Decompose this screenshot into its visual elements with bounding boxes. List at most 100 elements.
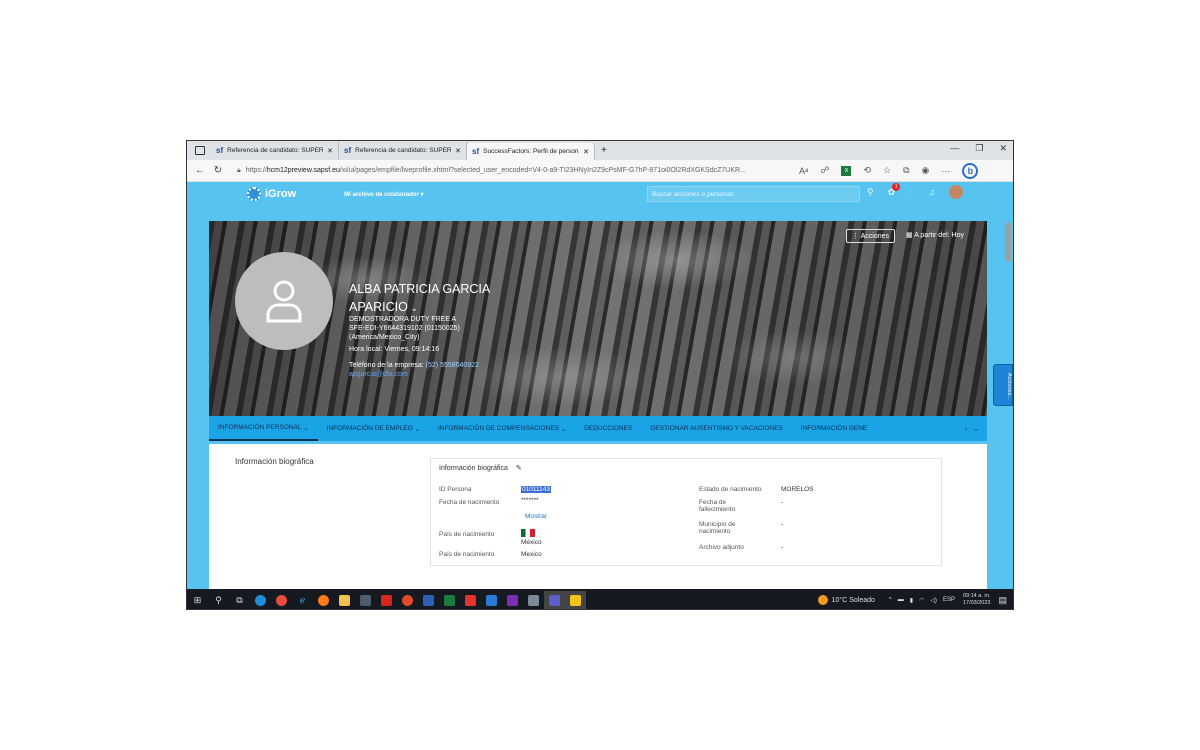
task-view-icon[interactable]: ⧉ xyxy=(229,591,250,609)
module-menu[interactable]: Mi archivo de colaborador ▾ xyxy=(344,191,423,198)
favorites-icon[interactable]: ☆ xyxy=(883,165,891,176)
content-panel: Información biográfica Información biogr… xyxy=(209,444,987,589)
profile-info: ALBA PATRICIA GARCIA APARICIO ⌄ DEMOSTRA… xyxy=(349,281,490,380)
clock[interactable]: 09:14 a. m. 17/03/2023 xyxy=(963,593,991,607)
attachment-value: - xyxy=(781,544,784,551)
tab-overflow[interactable]: › ⌄ xyxy=(965,425,987,433)
email-link[interactable]: apgarcia@dfa.com xyxy=(349,371,490,380)
chevron-up-icon[interactable]: ^ xyxy=(889,597,892,603)
profile-avatar[interactable] xyxy=(235,252,333,350)
dob-label: Fecha de nacimiento xyxy=(439,499,500,506)
app-icon[interactable] xyxy=(523,591,544,609)
minimize-icon[interactable]: — xyxy=(950,143,959,154)
tab-informacion-compensaciones[interactable]: INFORMACIÓN DE COMPENSACIONES ⌄ xyxy=(429,416,575,441)
windows-start-icon[interactable]: ⊞ xyxy=(187,591,208,609)
actions-side-tab[interactable]: Acciones... xyxy=(993,364,1013,406)
network-icon[interactable]: ▬ xyxy=(898,597,904,603)
search-icon[interactable]: ⚲ xyxy=(867,187,874,198)
date-button[interactable]: ▦ A partir del: Hoy xyxy=(903,229,967,243)
teams-icon[interactable] xyxy=(544,591,565,609)
chrome-icon[interactable] xyxy=(271,591,292,609)
excel-extension-icon[interactable]: x xyxy=(841,165,852,176)
tracking-icon[interactable]: ☍ xyxy=(820,165,829,176)
search-icon[interactable]: ⚲ xyxy=(208,591,229,609)
chevron-right-icon[interactable]: › xyxy=(965,426,967,433)
battery-icon[interactable]: ▮ xyxy=(910,597,913,604)
window-controls: — ❐ ✕ xyxy=(950,143,1007,154)
excel-icon[interactable] xyxy=(439,591,460,609)
edit-pencil-icon[interactable]: ✎ xyxy=(516,465,522,472)
tab-informacion-empleo[interactable]: INFORMACIÓN DE EMPLEO ⌄ xyxy=(318,416,429,441)
notification-center-icon[interactable]: ▤ xyxy=(998,595,1007,606)
tab-informacion-personal[interactable]: INFORMACIÓN PERSONAL ⌄ xyxy=(209,416,318,441)
edge-icon[interactable] xyxy=(250,591,271,609)
show-link[interactable]: Mostrar xyxy=(525,513,547,520)
scrollbar[interactable] xyxy=(1005,222,1011,262)
restore-icon[interactable]: ❐ xyxy=(975,143,983,154)
outlook-icon[interactable] xyxy=(481,591,502,609)
notification-badge: 1 xyxy=(892,182,901,191)
tab-deducciones[interactable]: DEDUCCIONES xyxy=(575,416,641,441)
tab-title: SuccessFactors: Perfil de persona xyxy=(483,148,580,155)
chevron-down-icon: ▾ xyxy=(420,191,424,198)
tab-informacion-general[interactable]: INFORMACIÓN GENE xyxy=(792,416,876,441)
file-explorer-icon[interactable] xyxy=(334,591,355,609)
close-icon[interactable]: ✕ xyxy=(455,147,461,155)
collections-icon[interactable]: ⧉ xyxy=(903,165,909,176)
language-indicator[interactable]: ESP xyxy=(943,597,955,603)
chat-icon[interactable]: ◌ xyxy=(909,187,914,197)
chevron-down-icon[interactable]: ⌄ xyxy=(408,303,418,313)
death-date-label: Fecha de fallecimiento xyxy=(699,499,735,513)
tab-ausentismo[interactable]: GESTIONAR AUSENTISMO Y VACACIONES xyxy=(641,416,792,441)
ie-icon[interactable]: ℯ xyxy=(292,591,313,609)
close-window-icon[interactable]: ✕ xyxy=(999,143,1007,154)
actions-label: Acciones xyxy=(860,233,889,240)
back-icon[interactable]: ← xyxy=(191,165,209,176)
browser-tab[interactable]: sf Referencia de candidato: SUPERI ✕ xyxy=(211,142,339,159)
app-icon[interactable] xyxy=(355,591,376,609)
user-avatar[interactable] xyxy=(949,185,964,199)
workspaces-icon[interactable] xyxy=(195,146,205,155)
tab-label: GESTIONAR AUSENTISMO Y VACACIONES xyxy=(650,425,783,432)
phone-link[interactable]: (52) 5558040922 xyxy=(426,362,479,369)
sticky-notes-icon[interactable] xyxy=(565,591,586,609)
notifications-icon[interactable]: ✿ 1 xyxy=(888,182,901,198)
read-aloud-icon[interactable]: Aᵃ xyxy=(799,166,808,176)
close-icon[interactable]: ✕ xyxy=(583,148,589,156)
id-value[interactable]: 01011143 xyxy=(521,486,551,493)
new-tab-icon[interactable]: + xyxy=(601,145,607,156)
app-icon[interactable] xyxy=(460,591,481,609)
bell-icon[interactable]: ♫ xyxy=(929,187,936,197)
close-icon[interactable]: ✕ xyxy=(327,147,333,155)
tab-label: INFORMACIÓN DE EMPLEO xyxy=(326,425,413,432)
municipality-label: Municipio de nacimiento xyxy=(699,521,736,535)
chevron-down-icon[interactable]: ⌄ xyxy=(973,426,979,433)
screen: sf Referencia de candidato: SUPERI ✕ sf … xyxy=(186,140,1014,610)
sf-favicon-icon: sf xyxy=(472,147,480,156)
name-line-1: ALBA PATRICIA GARCIA xyxy=(349,282,491,296)
sf-favicon-icon: sf xyxy=(344,146,352,155)
refresh-icon[interactable]: ↻ xyxy=(209,165,227,176)
onenote-icon[interactable] xyxy=(502,591,523,609)
extensions-icon[interactable]: ⟲ xyxy=(863,165,871,176)
igrow-logo[interactable]: iGrow xyxy=(247,187,296,201)
weather-widget[interactable]: 10°C Soleado xyxy=(817,595,875,605)
url-input[interactable]: 🔒︎ https://hcm12preview.sapsf.eu/xi/ui/p… xyxy=(231,163,791,178)
profile-icon[interactable]: ◉ xyxy=(922,165,930,176)
bing-icon[interactable]: b xyxy=(962,162,979,179)
volume-icon[interactable]: ◁) xyxy=(930,597,937,604)
word-icon[interactable] xyxy=(418,591,439,609)
browser-tab-bar: sf Referencia de candidato: SUPERI ✕ sf … xyxy=(187,141,1013,160)
browser-tab-active[interactable]: sf SuccessFactors: Perfil de persona ✕ xyxy=(467,143,595,160)
acrobat-icon[interactable] xyxy=(376,591,397,609)
more-icon[interactable]: ··· xyxy=(941,166,950,176)
search-input[interactable]: Buscar acciones o personas xyxy=(647,186,860,202)
app-icon[interactable] xyxy=(397,591,418,609)
attachment-label: Archivo adjunto xyxy=(699,544,744,551)
browser-tab[interactable]: sf Referencia de candidato: SUPERI ✕ xyxy=(339,142,467,159)
tab-title: Referencia de candidato: SUPERI xyxy=(355,147,452,154)
app-area: iGrow Mi archivo de colaborador ▾ Buscar… xyxy=(187,182,1013,589)
wifi-icon[interactable]: ◠ xyxy=(919,597,924,604)
firefox-icon[interactable] xyxy=(313,591,334,609)
actions-button[interactable]: ⋮ Acciones xyxy=(846,229,895,243)
